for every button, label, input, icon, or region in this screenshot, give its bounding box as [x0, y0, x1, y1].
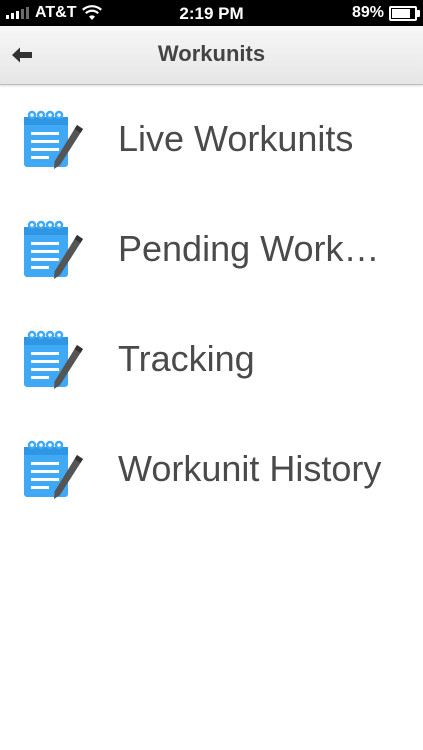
notepad-pencil-icon	[24, 110, 83, 169]
page-title: Workunits	[157, 41, 266, 66]
battery-level	[392, 8, 410, 18]
menu-item-label: Live Workunits	[118, 118, 354, 159]
notepad-pencil-icon	[24, 330, 83, 389]
notepad-pencil-icon	[24, 220, 83, 279]
battery-icon	[389, 5, 420, 21]
menu-item-label: Pending Work…	[118, 228, 380, 269]
battery-percentage: 89%	[351, 4, 384, 21]
app-screen: AT&T 2:19 PM 89% Workunits Live Workunit…	[0, 0, 423, 750]
menu-item-workunit-history[interactable]: Workunit History	[0, 415, 423, 525]
menu-item-pending-workunits[interactable]: Pending Work…	[0, 195, 423, 305]
navigation-bar: Workunits	[0, 26, 423, 85]
status-bar: AT&T 2:19 PM 89%	[0, 0, 423, 26]
menu-item-live-workunits[interactable]: Live Workunits	[0, 85, 423, 195]
notepad-pencil-icon	[24, 440, 83, 499]
menu-item-label: Workunit History	[118, 448, 382, 489]
workunits-menu: Live Workunits Pending Work… Tracking Wo…	[0, 85, 423, 525]
menu-item-label: Tracking	[118, 338, 255, 379]
menu-item-tracking[interactable]: Tracking	[0, 305, 423, 415]
status-right: 89%	[351, 4, 420, 22]
